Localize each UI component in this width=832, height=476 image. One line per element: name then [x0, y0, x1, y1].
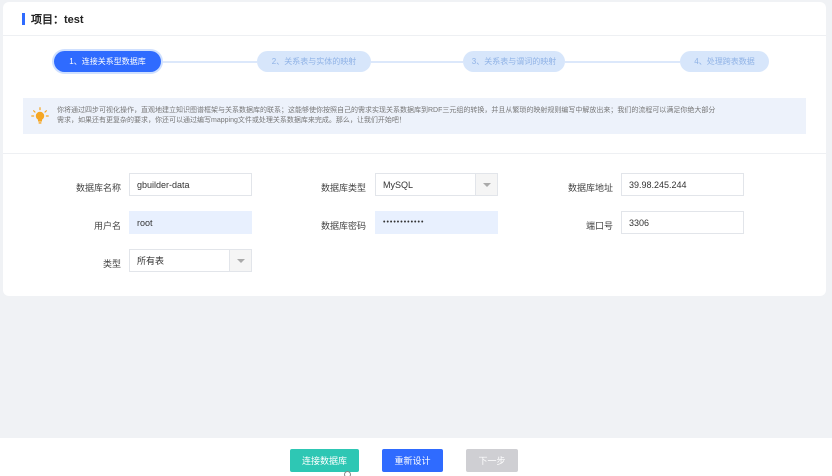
- type-label: 类型: [102, 259, 121, 269]
- username-label: 用户名: [93, 221, 121, 231]
- title-accent-bar: [22, 12, 25, 25]
- info-banner: 你将通过四步可视化操作，直观地建立知识图谱框架与关系数据库的联系；这能够使你按照…: [23, 98, 806, 134]
- password-label: 数据库密码: [320, 221, 366, 231]
- step-connector: [161, 61, 257, 63]
- next-step-button[interactable]: 下一步: [466, 449, 518, 472]
- db-name-input[interactable]: gbuilder-data: [129, 173, 252, 196]
- card-header: 项目：test: [3, 2, 826, 36]
- lightbulb-icon: [31, 107, 49, 124]
- info-text: 你将通过四步可视化操作，直观地建立知识图谱框架与关系数据库的联系；这能够使你按照…: [57, 106, 715, 126]
- step-3-table-predicate-mapping[interactable]: 3、关系表与谓词的映射: [463, 51, 565, 72]
- chevron-down-icon[interactable]: [229, 250, 251, 271]
- connect-database-button[interactable]: 连接数据库: [290, 449, 359, 472]
- port-label: 端口号: [585, 221, 613, 231]
- cursor-dot: [344, 471, 351, 476]
- project-card: 项目：test 1、连接关系型数据库 2、关系表与实体的映射 3、关系表与谓词的…: [3, 2, 826, 296]
- db-type-select[interactable]: MySQL: [375, 173, 498, 196]
- db-type-label: 数据库类型: [320, 183, 366, 193]
- section-divider: [3, 153, 826, 154]
- password-input[interactable]: ••••••••••••: [375, 211, 498, 234]
- step-2-table-entity-mapping[interactable]: 2、关系表与实体的映射: [257, 51, 371, 72]
- db-name-label: 数据库名称: [75, 183, 121, 193]
- step-connector: [371, 61, 463, 63]
- table-type-value: 所有表: [137, 256, 165, 266]
- db-address-label: 数据库地址: [567, 183, 613, 193]
- port-input[interactable]: 3306: [621, 211, 744, 234]
- table-type-select[interactable]: 所有表: [129, 249, 252, 272]
- page-title: 项目：test: [31, 13, 84, 26]
- step-progress: 1、连接关系型数据库 2、关系表与实体的映射 3、关系表与谓词的映射 4、处理跨…: [3, 50, 826, 74]
- db-type-value: MySQL: [383, 179, 414, 190]
- chevron-down-icon[interactable]: [475, 174, 497, 195]
- info-text-line-1: 你将通过四步可视化操作，直观地建立知识图谱框架与关系数据库的联系；这能够使你按照…: [57, 107, 716, 114]
- step-1-connect-database[interactable]: 1、连接关系型数据库: [54, 51, 161, 72]
- step-4-cross-table-data[interactable]: 4、处理跨表数据: [680, 51, 769, 72]
- redesign-button[interactable]: 重新设计: [382, 449, 443, 472]
- info-text-line-2: 需求，如果还有更复杂的要求，你还可以通过编写mapping文件或处理关系数据库来…: [57, 117, 406, 124]
- footer-bar: 连接数据库 重新设计 下一步: [0, 438, 832, 476]
- step-connector: [565, 61, 680, 63]
- username-input[interactable]: root: [129, 211, 252, 234]
- db-address-input[interactable]: 39.98.245.244: [621, 173, 744, 196]
